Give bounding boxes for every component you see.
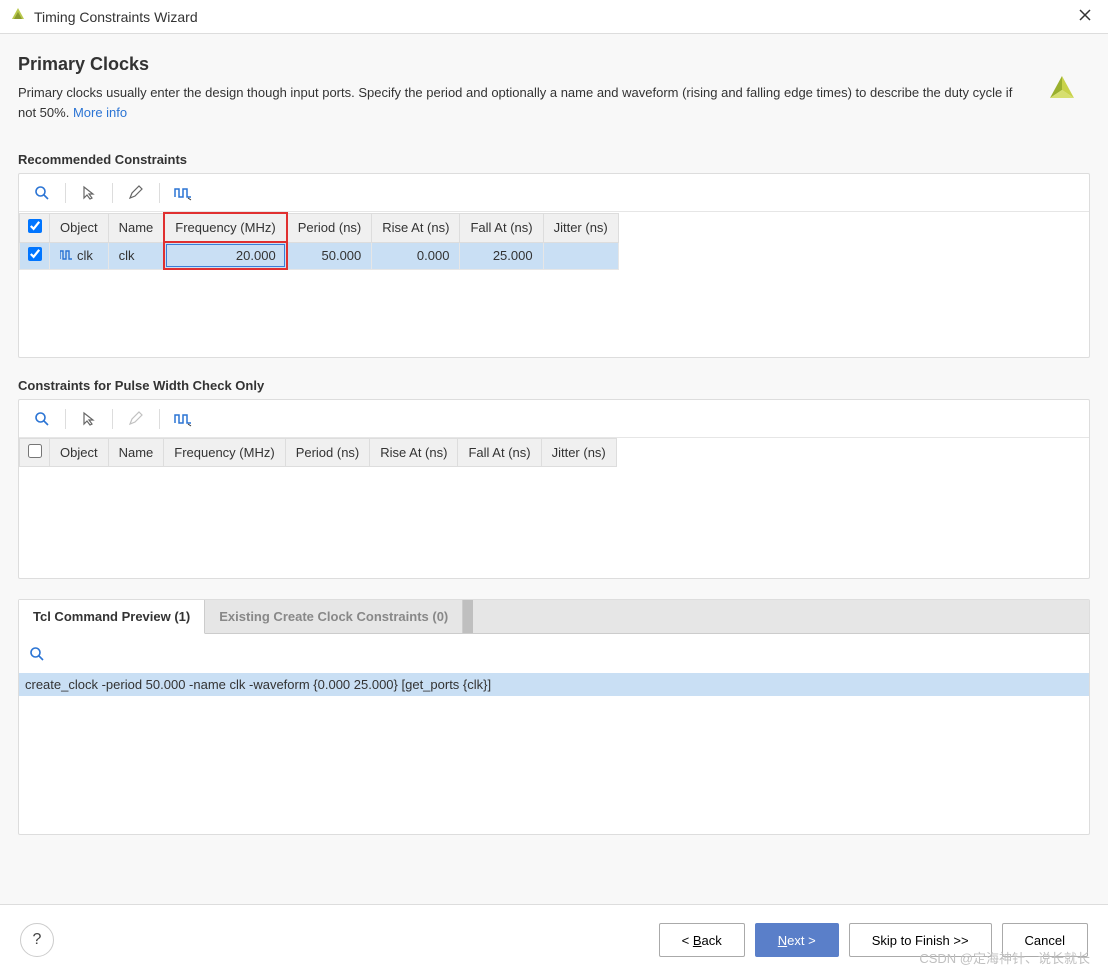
table-row[interactable]: clk clk 20.000 50.000 0.000 25.000 [20,242,619,269]
edit-icon[interactable] [121,179,151,207]
next-button[interactable]: Next > [755,923,839,957]
tab-tcl-preview[interactable]: Tcl Command Preview (1) [19,600,205,634]
header-object[interactable]: Object [50,439,109,467]
toolbar-separator [112,183,113,203]
row-check[interactable] [28,247,42,261]
help-button[interactable]: ? [20,923,54,957]
panel-pulsewidth: Object Name Frequency (MHz) Period (ns) … [18,399,1090,579]
search-icon[interactable] [27,179,57,207]
search-icon[interactable] [29,650,45,665]
header-frequency[interactable]: Frequency (MHz) [164,439,285,467]
window-title: Timing Constraints Wizard [34,9,1072,25]
back-button-u: B [693,933,702,948]
header-fall[interactable]: Fall At (ns) [460,213,543,242]
content-area: Primary Clocks Primary clocks usually en… [0,34,1108,904]
toolbar-separator [65,183,66,203]
cell-name[interactable]: clk [108,242,164,269]
header-jitter[interactable]: Jitter (ns) [541,439,616,467]
page-description: Primary clocks usually enter the design … [18,83,1028,122]
toolbar-separator [112,409,113,429]
tcl-command-line[interactable]: create_clock -period 50.000 -name clk -w… [19,673,1089,696]
tab-drag-handle[interactable] [463,600,473,633]
cell-object-text: clk [77,248,93,263]
cell-jitter[interactable] [543,242,618,269]
section-pulsewidth-title: Constraints for Pulse Width Check Only [18,378,1090,393]
edit-icon [121,405,151,433]
select-icon[interactable] [74,405,104,433]
tab-search-bar [19,642,1089,673]
vivado-logo-icon [1044,72,1080,111]
cell-object[interactable]: clk [50,242,109,269]
toolbar-separator [159,183,160,203]
tabs-panel: Tcl Command Preview (1) Existing Create … [18,599,1090,835]
header-fall[interactable]: Fall At (ns) [458,439,541,467]
header-jitter[interactable]: Jitter (ns) [543,213,618,242]
back-button[interactable]: < Back [659,923,745,957]
next-button-u: N [778,933,787,948]
section-recommended-title: Recommended Constraints [18,152,1090,167]
header-frequency[interactable]: Frequency (MHz) [164,213,286,242]
waveform-icon[interactable] [168,179,198,207]
window-titlebar: Timing Constraints Wizard [0,0,1108,34]
header-check [20,213,50,242]
cell-rise[interactable]: 0.000 [372,242,460,269]
watermark-text: CSDN @定海神针、说长就长 [919,948,1090,967]
more-info-link[interactable]: More info [73,105,127,120]
close-icon[interactable] [1072,6,1098,27]
clock-port-icon [60,249,74,261]
row-check-cell [20,242,50,269]
toolbar-separator [159,409,160,429]
check-all-pulsewidth[interactable] [28,444,42,458]
toolbar-pulsewidth [19,400,1089,438]
header-check [20,439,50,467]
search-icon[interactable] [27,405,57,433]
cell-fall[interactable]: 25.000 [460,242,543,269]
table-header-row: Object Name Frequency (MHz) Period (ns) … [20,439,617,467]
header-period[interactable]: Period (ns) [285,439,370,467]
waveform-icon[interactable] [168,405,198,433]
tab-existing-constraints[interactable]: Existing Create Clock Constraints (0) [205,600,463,633]
tabs-bar: Tcl Command Preview (1) Existing Create … [19,600,1089,634]
tab-body: create_clock -period 50.000 -name clk -w… [19,634,1089,834]
header-name[interactable]: Name [108,439,164,467]
table-header-row: Object Name Frequency (MHz) Period (ns) … [20,213,619,242]
page-title: Primary Clocks [18,54,1090,75]
table-recommended: Object Name Frequency (MHz) Period (ns) … [19,212,619,270]
header-name[interactable]: Name [108,213,164,242]
toolbar-separator [65,409,66,429]
panel-recommended: Object Name Frequency (MHz) Period (ns) … [18,173,1090,358]
header-period[interactable]: Period (ns) [287,213,372,242]
check-all-recommended[interactable] [28,219,42,233]
page-description-text: Primary clocks usually enter the design … [18,85,1012,120]
cell-frequency[interactable]: 20.000 [164,242,286,269]
header-rise[interactable]: Rise At (ns) [370,439,458,467]
select-icon[interactable] [74,179,104,207]
app-icon [10,7,26,26]
header-rise[interactable]: Rise At (ns) [372,213,460,242]
toolbar-recommended [19,174,1089,212]
table-pulsewidth: Object Name Frequency (MHz) Period (ns) … [19,438,617,467]
header-object[interactable]: Object [50,213,109,242]
cell-period[interactable]: 50.000 [287,242,372,269]
